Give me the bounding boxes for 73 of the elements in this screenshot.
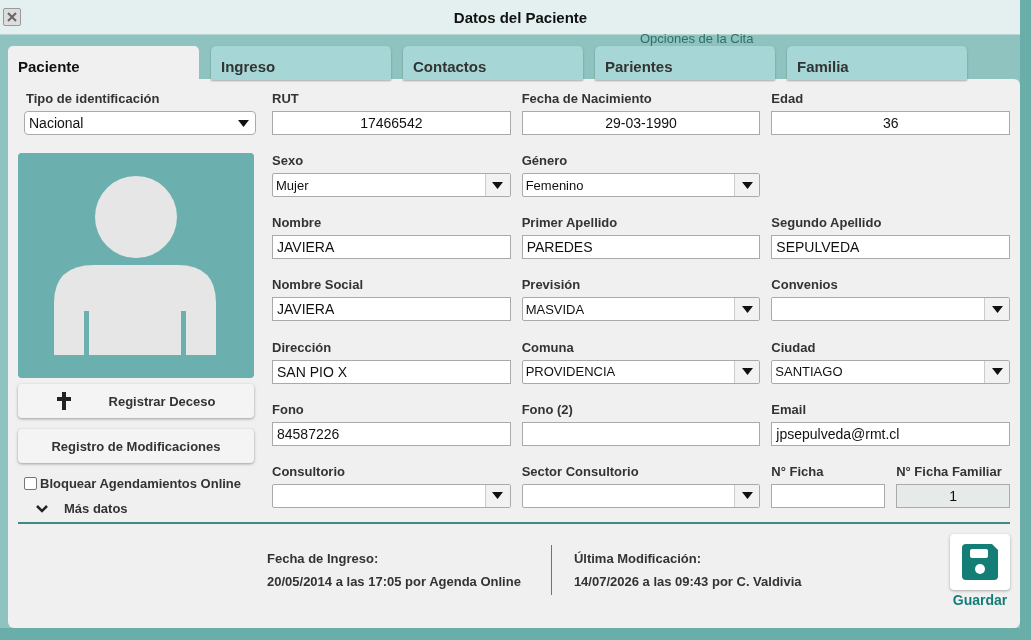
field-label: N° Ficha Familiar — [896, 463, 1003, 481]
caret-icon — [492, 492, 504, 500]
input-field[interactable]: 17466542 — [272, 111, 511, 135]
caret-icon — [492, 181, 504, 189]
input-field[interactable]: 84587226 — [272, 421, 511, 446]
field-label: Nombre — [272, 215, 323, 233]
field-label: Nombre Social — [272, 277, 365, 295]
floppy-icon — [962, 544, 998, 580]
field-label: Primer Apellido — [521, 215, 619, 233]
field-label: Previsión — [521, 277, 582, 295]
tab[interactable]: Contactos — [403, 46, 583, 80]
checkbox[interactable] — [24, 477, 37, 490]
close-icon[interactable] — [3, 8, 21, 26]
tab[interactable]: Ingreso — [211, 46, 391, 80]
field-label: N° Ficha — [771, 463, 825, 481]
side-button[interactable]: Registro de Modificaciones — [18, 429, 254, 463]
input-field[interactable]: jpsepulveda@rmt.cl — [771, 421, 1010, 446]
caret-icon — [741, 368, 753, 376]
input-field[interactable] — [521, 421, 761, 446]
input-field[interactable]: 36 — [771, 111, 1010, 135]
field-label: Dirección — [272, 339, 333, 357]
caret-icon — [238, 119, 249, 127]
field-label: RUT — [272, 91, 300, 108]
select-field[interactable]: SANTIAGO — [771, 359, 1010, 384]
select-field[interactable]: MASVIDA — [521, 297, 761, 322]
field-label: Género — [521, 153, 569, 171]
caret-icon — [741, 305, 753, 313]
field-label: Sexo — [272, 153, 305, 171]
field-label: Fono (2) — [521, 401, 574, 419]
tab[interactable]: Parientes — [595, 46, 775, 80]
field-label: Email — [771, 401, 807, 419]
caret-icon — [991, 368, 1003, 376]
checkbox-label: Bloquear Agendamientos Online — [40, 476, 242, 491]
select-field[interactable]: PROVIDENCIA — [521, 359, 761, 384]
field-label: Edad — [771, 91, 805, 108]
info-label: Última Modificación: — [573, 551, 702, 566]
select-field[interactable] — [521, 483, 761, 508]
input-field[interactable]: SEPULVEDA — [771, 235, 1010, 260]
field-label: Ciudad — [771, 339, 817, 357]
caret-icon — [741, 181, 753, 189]
select-field[interactable] — [272, 483, 511, 508]
field-label: Convenios — [771, 277, 839, 295]
info-label: Fecha de Ingreso: — [267, 551, 380, 566]
input-field[interactable]: JAVIERA — [272, 297, 511, 322]
field-label: Fono — [272, 401, 305, 419]
field-label: Fecha de Nacimiento — [521, 91, 653, 108]
input-field[interactable]: PAREDES — [521, 235, 761, 260]
info-value: 14/07/2026 a las 09:43 por C. Valdivia — [573, 574, 802, 589]
input-field[interactable] — [771, 483, 886, 508]
caret-icon — [991, 305, 1003, 313]
field-label: Segundo Apellido — [771, 215, 883, 233]
input-field: 1 — [896, 483, 1010, 508]
tab[interactable]: Familia — [787, 46, 967, 80]
input-field[interactable]: SAN PIO X — [272, 359, 511, 384]
select-field[interactable]: Mujer — [272, 173, 511, 198]
field-label: Tipo de identificación — [25, 91, 161, 108]
field-label: Consultorio — [272, 463, 346, 481]
side-button[interactable]: Registrar Deceso — [18, 384, 254, 418]
background-text: Opciones de la Cita — [640, 32, 754, 45]
info-value: 20/05/2014 a las 17:05 por Agenda Online — [267, 574, 521, 589]
window-title: Datos del Paciente — [452, 8, 589, 26]
field-label: Sector Consultorio — [521, 463, 640, 481]
tab[interactable]: Paciente — [8, 46, 199, 80]
select-field[interactable] — [771, 297, 1010, 322]
select-field[interactable]: Nacional — [24, 111, 256, 135]
cross-icon — [56, 392, 71, 410]
more-data-link[interactable]: Más datos — [64, 501, 128, 516]
input-field[interactable]: 29-03-1990 — [521, 111, 761, 135]
select-field[interactable]: Femenino — [521, 173, 761, 198]
input-field[interactable]: JAVIERA — [272, 235, 511, 260]
caret-icon — [741, 492, 753, 500]
chevron-icon[interactable] — [36, 504, 48, 513]
field-label: Comuna — [521, 339, 575, 357]
